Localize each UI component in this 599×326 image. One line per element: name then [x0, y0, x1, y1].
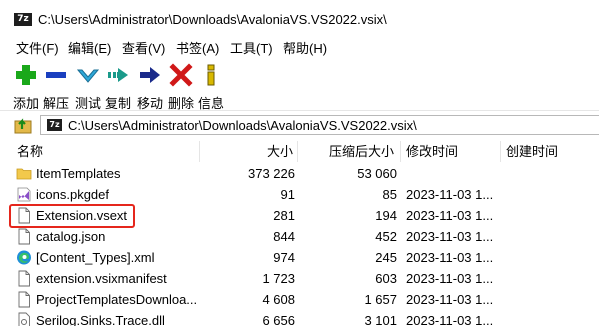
info-button-label: 信息 — [197, 96, 224, 111]
address-input[interactable]: 7z C:\Users\Administrator\Downloads\Aval… — [40, 115, 599, 135]
file-name: [Content_Types].xml — [36, 250, 155, 265]
file-modified: 2023-11-03 1... — [406, 313, 494, 326]
file-size: 281 — [273, 208, 295, 223]
file-modified: 2023-11-03 1... — [406, 271, 494, 286]
highlight-annotation — [9, 204, 135, 228]
dll-file-icon — [18, 312, 30, 326]
menu-file[interactable]: 文件(F) — [16, 40, 59, 58]
column-modified[interactable]: 修改时间 — [401, 141, 501, 162]
file-modified: 2023-11-03 1... — [406, 208, 494, 223]
7zip-app-icon: 7z — [14, 13, 32, 26]
file-row[interactable]: ItemTemplates 373 226 53 060 — [8, 163, 599, 184]
file-size: 91 — [280, 187, 295, 202]
file-packed-size: 245 — [375, 250, 397, 265]
window-title: C:\Users\Administrator\Downloads\Avaloni… — [38, 12, 387, 27]
file-size: 1 723 — [262, 271, 295, 286]
file-packed-size: 452 — [375, 229, 397, 244]
file-size: 6 656 — [262, 313, 295, 326]
menu-help[interactable]: 帮助(H) — [283, 40, 327, 58]
file-name: icons.pkgdef — [36, 187, 109, 202]
column-size[interactable]: 大小 — [200, 141, 298, 162]
file-row[interactable]: Serilog.Sinks.Trace.dll 6 656 3 101 2023… — [8, 310, 599, 326]
file-list-header: 名称 大小 压缩后大小 修改时间 创建时间 — [8, 141, 599, 162]
file-size: 974 — [273, 250, 295, 265]
folder-icon — [16, 168, 32, 180]
file-modified: 2023-11-03 1... — [406, 292, 494, 307]
file-icon — [18, 228, 30, 245]
edge-icon — [17, 250, 31, 265]
up-folder-button[interactable] — [13, 115, 35, 135]
file-modified: 2023-11-03 1... — [406, 187, 494, 202]
menu-view[interactable]: 查看(V) — [122, 40, 165, 58]
file-size: 844 — [273, 229, 295, 244]
info-icon — [207, 64, 215, 86]
plus-icon — [16, 65, 36, 85]
file-packed-size: 53 060 — [357, 166, 397, 181]
address-path: C:\Users\Administrator\Downloads\Avaloni… — [68, 118, 417, 133]
file-packed-size: 3 101 — [364, 313, 397, 326]
vs-file-icon — [17, 187, 31, 202]
check-icon — [76, 69, 100, 83]
file-name: ProjectTemplatesDownloa... — [36, 292, 196, 307]
address-bar: 7z C:\Users\Administrator\Downloads\Aval… — [0, 112, 599, 138]
file-modified: 2023-11-03 1... — [406, 229, 494, 244]
file-name: catalog.json — [36, 229, 106, 244]
column-name[interactable]: 名称 — [8, 141, 200, 162]
file-modified — [406, 163, 499, 184]
file-row[interactable]: ProjectTemplatesDownloa... 4 608 1 657 2… — [8, 289, 599, 310]
file-name: Serilog.Sinks.Trace.dll — [36, 313, 165, 326]
file-packed-size: 85 — [382, 187, 397, 202]
file-row[interactable]: [Content_Types].xml 974 245 2023-11-03 1… — [8, 247, 599, 268]
file-size: 4 608 — [262, 292, 295, 307]
file-packed-size: 194 — [375, 208, 397, 223]
file-packed-size: 1 657 — [364, 292, 397, 307]
column-packed-size[interactable]: 压缩后大小 — [298, 141, 401, 162]
minus-icon — [46, 72, 66, 78]
file-packed-size: 603 — [375, 271, 397, 286]
file-icon — [18, 291, 30, 308]
menu-bookmarks[interactable]: 书签(A) — [176, 40, 219, 58]
file-row[interactable]: icons.pkgdef 91 85 2023-11-03 1... — [8, 184, 599, 205]
copy-arrow-icon — [108, 68, 128, 82]
info-button[interactable]: 信息 — [196, 62, 226, 111]
file-icon — [18, 270, 30, 287]
file-row[interactable]: extension.vsixmanifest 1 723 603 2023-11… — [8, 268, 599, 289]
file-row[interactable]: catalog.json 844 452 2023-11-03 1... — [8, 226, 599, 247]
file-size: 373 226 — [248, 166, 295, 181]
menu-bar: 文件(F) 编辑(E) 查看(V) 书签(A) 工具(T) 帮助(H) — [0, 40, 599, 58]
up-folder-icon — [14, 118, 32, 134]
file-name: ItemTemplates — [36, 166, 121, 181]
toolbar: 添加 解压 测试 复制 移动 删除 信息 — [0, 58, 599, 111]
title-bar: 7z C:\Users\Administrator\Downloads\Aval… — [0, 0, 599, 40]
column-created[interactable]: 创建时间 — [501, 141, 599, 162]
menu-tools[interactable]: 工具(T) — [230, 40, 273, 58]
delete-x-icon — [169, 63, 193, 87]
7zip-archive-icon: 7z — [47, 119, 62, 131]
file-name: extension.vsixmanifest — [36, 271, 167, 286]
move-arrow-icon — [140, 67, 160, 83]
menu-edit[interactable]: 编辑(E) — [68, 40, 111, 58]
file-modified: 2023-11-03 1... — [406, 250, 494, 265]
